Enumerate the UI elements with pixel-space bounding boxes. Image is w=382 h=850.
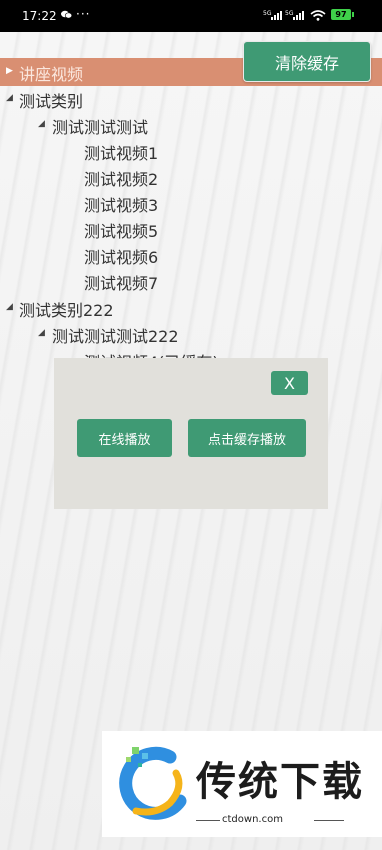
play-options-dialog: X 在线播放 点击缓存播放 xyxy=(54,358,328,509)
expanded-arrow-icon[interactable]: ◢ xyxy=(38,119,45,129)
brand-logo-icon xyxy=(119,746,187,820)
wifi-icon xyxy=(310,10,326,21)
expanded-arrow-icon[interactable]: ◢ xyxy=(6,302,13,312)
tree-item-label: 测试视频7 xyxy=(84,274,159,293)
tree-item-label: 测试视频2 xyxy=(84,170,159,189)
expanded-arrow-icon[interactable]: ◢ xyxy=(38,328,45,338)
status-time: 17:22 xyxy=(22,9,57,23)
online-play-button[interactable]: 在线播放 xyxy=(77,419,172,457)
expanded-arrow-icon[interactable]: ◢ xyxy=(6,93,13,103)
close-button[interactable]: X xyxy=(271,371,308,395)
tree-item-label: 测试测试测试222 xyxy=(52,327,179,346)
brand-name: 传统下载 xyxy=(196,759,364,805)
signal-icon-2: 5G xyxy=(285,10,304,20)
tree-item-label: 测试类别 xyxy=(19,92,84,111)
tree-item-label: 测试视频1 xyxy=(84,144,159,163)
svg-text:5G: 5G xyxy=(285,10,294,17)
cache-play-button[interactable]: 点击缓存播放 xyxy=(188,419,306,457)
svg-text:5G: 5G xyxy=(263,10,272,17)
battery-icon: 97 xyxy=(331,9,354,20)
signal-icon: 5G xyxy=(263,10,282,20)
brand-url: ctdown.com xyxy=(222,814,283,825)
divider xyxy=(314,820,344,821)
tree-item-label: 测试视频3 xyxy=(84,196,159,215)
tree-item-label: 讲座视频 xyxy=(19,65,84,84)
collapsed-arrow-icon[interactable]: ▶ xyxy=(6,66,13,76)
wechat-icon xyxy=(61,10,72,19)
clear-cache-button[interactable]: 清除缓存 xyxy=(243,41,371,82)
watermark-logo: 传统下载 ctdown.com xyxy=(102,731,382,837)
more-notifications-icon: ··· xyxy=(76,7,91,21)
tree-item-label: 测试测试测试 xyxy=(52,118,149,137)
tree-item-label: 测试视频6 xyxy=(84,248,159,267)
tree-item-label: 测试视频5 xyxy=(84,222,159,241)
tree-item-label: 测试类别222 xyxy=(19,301,114,320)
status-bar: 17:22 ··· 5G 5G 97 xyxy=(0,0,382,32)
divider xyxy=(196,820,220,821)
